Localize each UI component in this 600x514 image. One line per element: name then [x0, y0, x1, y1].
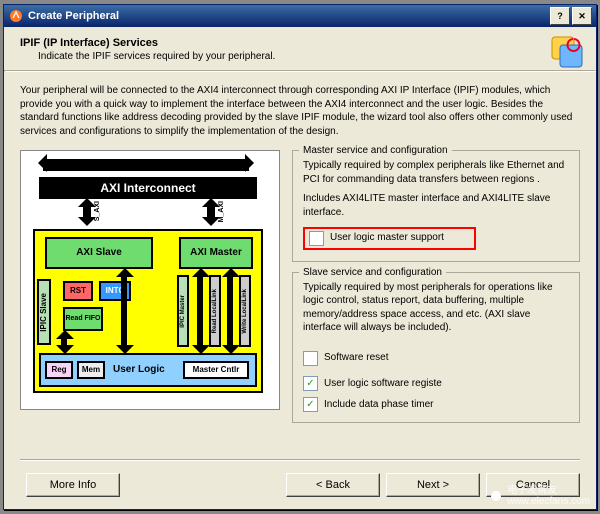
axi-master: AXI Master: [179, 237, 253, 269]
slave-service-group: Slave service and configuration Typicall…: [292, 272, 580, 424]
help-button[interactable]: ?: [550, 7, 570, 25]
page-subtitle: Indicate the IPIF services required by y…: [38, 51, 580, 62]
app-icon: [8, 8, 24, 24]
back-button[interactable]: < Back: [286, 473, 380, 497]
architecture-diagram: AXI Interconnect S_AXI M_AXI AXI Slave A…: [20, 150, 280, 410]
window-title: Create Peripheral: [28, 10, 119, 22]
page-title: IPIF (IP Interface) Services: [20, 37, 580, 49]
data-phase-timer-checkbox[interactable]: ✓: [303, 397, 318, 412]
intro-text: Your peripheral will be connected to the…: [20, 84, 580, 138]
software-reset-checkbox[interactable]: [303, 351, 318, 366]
close-button[interactable]: ✕: [572, 7, 592, 25]
master-service-group: Master service and configuration Typical…: [292, 150, 580, 262]
user-logic-master-checkbox[interactable]: [309, 231, 324, 246]
user-logic-sw-reg-checkbox[interactable]: ✓: [303, 376, 318, 391]
axi-interconnect: AXI Interconnect: [39, 177, 257, 199]
axi-slave: AXI Slave: [45, 237, 153, 269]
more-info-button[interactable]: More Info: [26, 473, 120, 497]
user-logic-master-highlight: User logic master support: [303, 227, 476, 250]
watermark: 电子发烧友 www.elecfans.com: [491, 485, 590, 507]
wizard-icon: [548, 33, 584, 69]
next-button[interactable]: Next >: [386, 473, 480, 497]
